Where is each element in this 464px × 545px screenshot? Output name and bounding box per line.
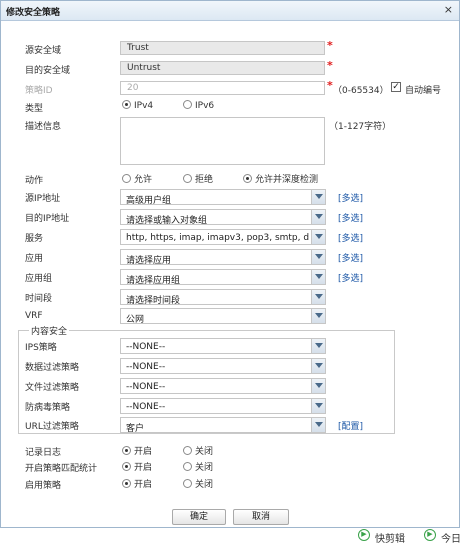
radio-selected-icon bbox=[122, 100, 131, 109]
radio-icon bbox=[183, 462, 192, 471]
dst-ip-multi-link[interactable]: [多选] bbox=[338, 211, 363, 224]
dialog-titlebar: 修改安全策略 × bbox=[1, 1, 459, 21]
close-icon[interactable]: × bbox=[444, 4, 453, 16]
edit-policy-dialog: 修改安全策略 × 源安全域 Trust * 目的安全域 Untrust * 策略… bbox=[0, 0, 460, 528]
description-label: 描述信息 bbox=[25, 122, 62, 132]
type-ipv4-radio[interactable]: IPv4 bbox=[122, 100, 153, 111]
ok-button[interactable]: 确定 bbox=[172, 509, 226, 525]
enable-off-radio[interactable]: 关闭 bbox=[183, 477, 213, 490]
app-group-label: 应用组 bbox=[25, 274, 53, 284]
type-ipv6-radio[interactable]: IPv6 bbox=[183, 100, 214, 111]
dest-zone-label: 目的安全域 bbox=[25, 66, 71, 76]
match-stats-on-radio[interactable]: 开启 bbox=[122, 460, 152, 473]
radio-icon bbox=[122, 174, 131, 183]
chevron-down-icon[interactable] bbox=[311, 339, 325, 353]
action-allow-inspect-radio[interactable]: 允许并深度检测 bbox=[243, 172, 318, 185]
chevron-down-icon[interactable] bbox=[311, 210, 325, 224]
bottom-taskbar: ▶ 快剪辑 ▶ 今日 bbox=[0, 528, 464, 545]
time-range-select[interactable]: 请选择时间段 bbox=[120, 289, 326, 305]
url-filter-select[interactable]: 客户 bbox=[120, 417, 326, 433]
play-icon[interactable]: ▶ bbox=[358, 529, 370, 541]
application-select[interactable]: 请选择应用 bbox=[120, 249, 326, 265]
log-label: 记录日志 bbox=[25, 448, 62, 458]
log-off-radio[interactable]: 关闭 bbox=[183, 444, 213, 457]
chevron-down-icon[interactable] bbox=[311, 190, 325, 204]
data-filter-label: 数据过滤策略 bbox=[25, 363, 80, 373]
log-on-radio[interactable]: 开启 bbox=[122, 444, 152, 457]
description-textarea[interactable] bbox=[120, 117, 325, 165]
content-security-legend: 内容安全 bbox=[29, 324, 70, 337]
application-multi-link[interactable]: [多选] bbox=[338, 251, 363, 264]
antivirus-select[interactable]: --NONE-- bbox=[120, 398, 326, 414]
time-range-label: 时间段 bbox=[25, 294, 53, 304]
chevron-down-icon[interactable] bbox=[311, 309, 325, 323]
application-label: 应用 bbox=[25, 254, 44, 264]
dst-ip-label: 目的IP地址 bbox=[25, 214, 70, 224]
file-filter-select[interactable]: --NONE-- bbox=[120, 378, 326, 394]
src-ip-multi-link[interactable]: [多选] bbox=[338, 191, 363, 204]
src-ip-label: 源IP地址 bbox=[25, 194, 61, 204]
radio-selected-icon bbox=[122, 462, 131, 471]
radio-selected-icon bbox=[243, 174, 252, 183]
match-stats-off-radio[interactable]: 关闭 bbox=[183, 460, 213, 473]
type-label: 类型 bbox=[25, 104, 44, 114]
ips-policy-select[interactable]: --NONE-- bbox=[120, 338, 326, 354]
required-mark: * bbox=[327, 59, 333, 72]
play-icon[interactable]: ▶ bbox=[424, 529, 436, 541]
required-mark: * bbox=[327, 39, 333, 52]
policy-id-input[interactable]: 20 bbox=[120, 81, 325, 95]
chevron-down-icon[interactable] bbox=[311, 399, 325, 413]
action-allow-radio[interactable]: 允许 bbox=[122, 172, 152, 185]
policy-id-label: 策略ID bbox=[25, 86, 53, 96]
ips-policy-label: IPS策略 bbox=[25, 343, 57, 353]
antivirus-label: 防病毒策略 bbox=[25, 403, 71, 413]
chevron-down-icon[interactable] bbox=[311, 290, 325, 304]
cancel-button[interactable]: 取消 bbox=[233, 509, 289, 525]
policy-id-range: （0-65534） bbox=[333, 86, 389, 96]
radio-selected-icon bbox=[122, 446, 131, 455]
dest-zone-field[interactable]: Untrust bbox=[120, 61, 325, 75]
chevron-down-icon[interactable] bbox=[311, 250, 325, 264]
chevron-down-icon[interactable] bbox=[311, 379, 325, 393]
data-filter-select[interactable]: --NONE-- bbox=[120, 358, 326, 374]
vrf-select[interactable]: 公网 bbox=[120, 308, 326, 324]
radio-icon bbox=[183, 100, 192, 109]
url-filter-label: URL过滤策略 bbox=[25, 422, 79, 432]
service-multi-link[interactable]: [多选] bbox=[338, 231, 363, 244]
dialog-title: 修改安全策略 bbox=[6, 8, 61, 18]
chevron-down-icon[interactable] bbox=[311, 230, 325, 244]
app-group-multi-link[interactable]: [多选] bbox=[338, 271, 363, 284]
chevron-down-icon[interactable] bbox=[311, 359, 325, 373]
service-select[interactable]: http, https, imap, imapv3, pop3, smtp, d… bbox=[120, 229, 326, 245]
chevron-down-icon[interactable] bbox=[311, 270, 325, 284]
radio-icon bbox=[183, 446, 192, 455]
enable-on-radio[interactable]: 开启 bbox=[122, 477, 152, 490]
src-ip-select[interactable]: 高级用户组 bbox=[120, 189, 326, 205]
url-filter-config-link[interactable]: [配置] bbox=[338, 419, 363, 432]
radio-icon bbox=[183, 479, 192, 488]
required-mark: * bbox=[327, 79, 333, 92]
chevron-down-icon[interactable] bbox=[311, 418, 325, 432]
file-filter-label: 文件过滤策略 bbox=[25, 383, 80, 393]
description-hint: （1-127字符） bbox=[329, 122, 392, 132]
auto-number-label: 自动编号 bbox=[405, 86, 442, 96]
radio-selected-icon bbox=[122, 479, 131, 488]
radio-icon bbox=[183, 174, 192, 183]
source-zone-field[interactable]: Trust bbox=[120, 41, 325, 55]
enable-policy-label: 启用策略 bbox=[25, 481, 62, 491]
auto-number-checkbox[interactable]: ✓ bbox=[391, 82, 401, 92]
service-label: 服务 bbox=[25, 234, 44, 244]
source-zone-label: 源安全域 bbox=[25, 46, 62, 56]
app-group-select[interactable]: 请选择应用组 bbox=[120, 269, 326, 285]
match-stats-label: 开启策略匹配统计 bbox=[25, 464, 98, 474]
action-deny-radio[interactable]: 拒绝 bbox=[183, 172, 213, 185]
action-label: 动作 bbox=[25, 176, 44, 186]
dst-ip-select[interactable]: 请选择或输入对象组 bbox=[120, 209, 326, 225]
vrf-label: VRF bbox=[25, 311, 43, 321]
